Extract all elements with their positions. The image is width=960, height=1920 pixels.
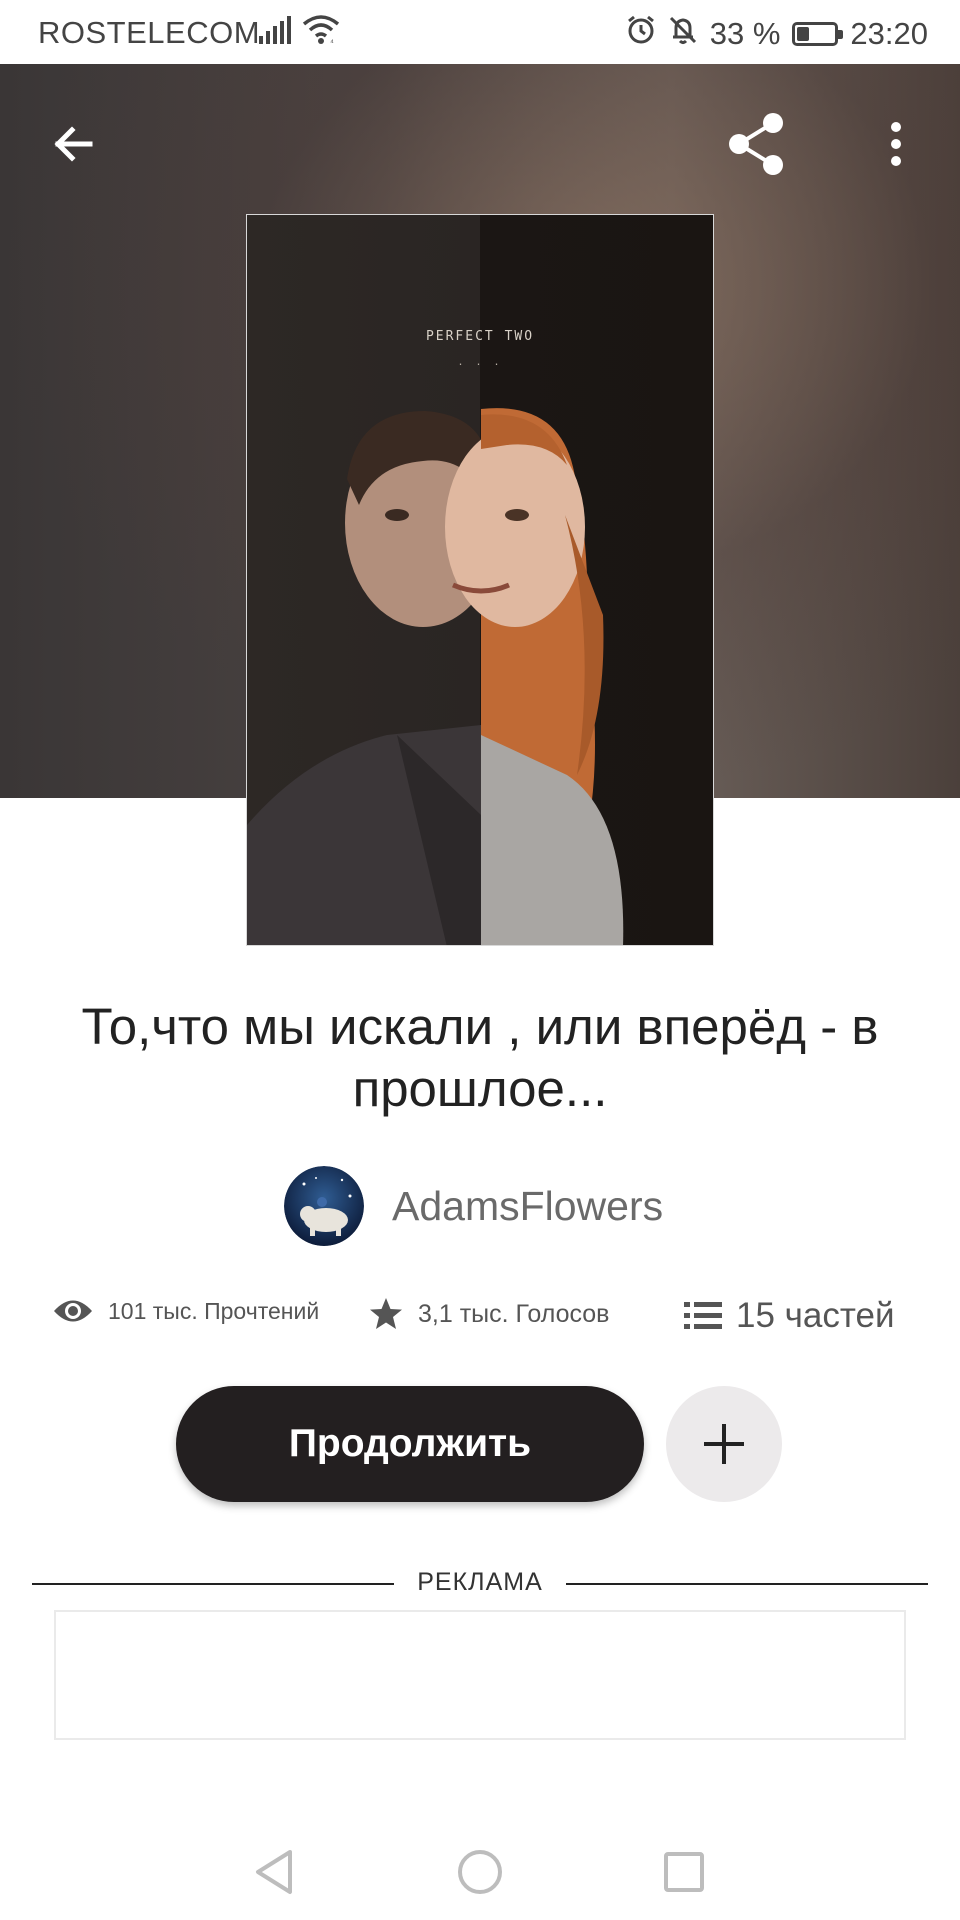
continue-button-label: Продолжить [288, 1422, 532, 1465]
continue-reading-button[interactable]: Продолжить [176, 1386, 644, 1502]
cover-dots: . . . [457, 357, 503, 368]
story-title: То,что мы искали , или вперёд - в прошло… [81, 998, 879, 1117]
nav-recents-button[interactable] [654, 1842, 714, 1902]
clock: 23:20 [850, 15, 928, 51]
battery-percent: 33 % [709, 15, 781, 51]
list-icon [684, 1302, 722, 1329]
mute-icon [668, 15, 698, 52]
carrier-name: ROSTELECOM [38, 15, 261, 50]
parts-count[interactable]: 15 частей [736, 1296, 895, 1336]
story-stats: 101 тыс. Прочтений 3,1 тыс. Голосов 15 ч… [52, 1296, 912, 1342]
cover-artwork [247, 408, 624, 945]
square-recents-icon [664, 1852, 704, 1892]
signal-icon [258, 16, 294, 54]
star-icon [370, 1298, 402, 1329]
wifi-icon: ⁴ [302, 14, 340, 54]
battery-icon [792, 21, 844, 46]
story-cover[interactable]: PERFECT TWO . . . [246, 214, 714, 946]
nav-home-button[interactable] [450, 1842, 510, 1902]
more-vert-icon [891, 122, 901, 166]
ad-label: РЕКЛАМА [417, 1568, 543, 1596]
plus-icon [704, 1424, 744, 1464]
eye-icon [54, 1300, 92, 1322]
avatar[interactable] [284, 1166, 364, 1246]
triangle-back-icon [256, 1850, 292, 1894]
back-arrow-icon [54, 126, 93, 162]
back-button[interactable] [34, 104, 114, 184]
alarm-icon [626, 15, 656, 52]
ad-divider: РЕКЛАМА [32, 1568, 928, 1598]
votes-stat: 3,1 тыс. Голосов [368, 1296, 609, 1332]
reads-stat: 101 тыс. Прочтений [52, 1296, 319, 1326]
author-link[interactable]: AdamsFlowers [284, 1166, 663, 1246]
nav-back-button[interactable] [244, 1842, 304, 1902]
votes-count: 3,1 тыс. Голосов [418, 1299, 610, 1328]
author-name[interactable]: AdamsFlowers [392, 1183, 663, 1230]
svg-text:⁴: ⁴ [330, 37, 334, 46]
add-to-library-button[interactable] [666, 1386, 782, 1502]
reads-count: 101 тыс. Прочтений [108, 1297, 320, 1324]
system-nav-bar [0, 1820, 960, 1920]
parts-stat[interactable]: 15 частей [684, 1296, 895, 1336]
share-icon [729, 113, 783, 175]
status-bar: ROSTELECOM ⁴ 33 % 23:20 [0, 0, 960, 64]
circle-home-icon [458, 1850, 502, 1894]
cover-caption: PERFECT TWO [425, 329, 535, 344]
share-button[interactable] [716, 104, 796, 184]
ad-container[interactable] [54, 1610, 906, 1740]
more-options-button[interactable] [856, 104, 936, 184]
